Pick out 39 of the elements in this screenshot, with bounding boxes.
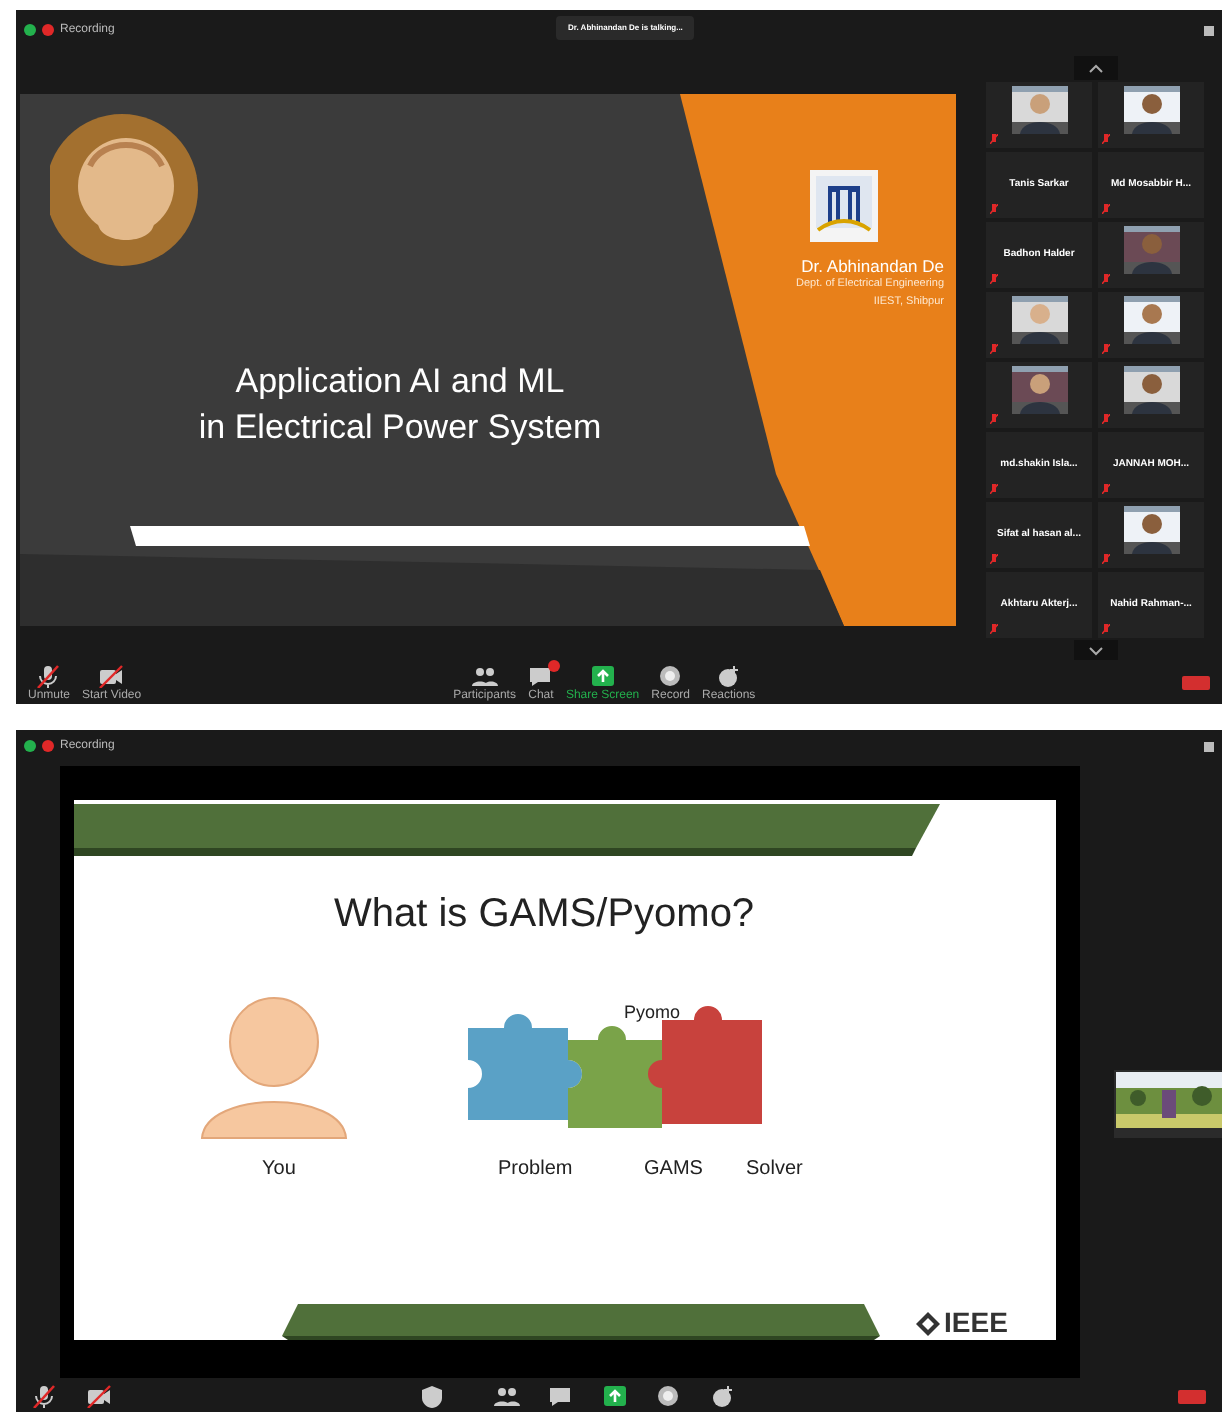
scroll-up-button[interactable] (1073, 56, 1117, 80)
diamond-logo-icon (916, 1311, 940, 1335)
puzzle-label: GAMS (644, 1156, 703, 1184)
person-label: You (262, 1156, 296, 1184)
muted-microphone-icon (32, 1384, 58, 1408)
record-button[interactable] (656, 1384, 682, 1408)
chat-icon (527, 663, 554, 687)
people-icon (494, 1384, 520, 1408)
puzzle-label: Solver (746, 1156, 803, 1184)
share-screen-icon (602, 1384, 628, 1408)
chevron-down-icon (1087, 645, 1103, 655)
video-off-icon (98, 663, 125, 687)
share-button[interactable] (602, 1384, 628, 1408)
muted-microphone-icon (36, 663, 62, 687)
recording-dot-icon (42, 740, 54, 752)
slide-title: What is GAMS/Pyomo? (334, 890, 755, 940)
puzzle-label: Pyomo (624, 1000, 681, 1026)
mic-button[interactable] (32, 1384, 58, 1408)
notification-dot-icon (547, 659, 560, 671)
participants-button[interactable] (494, 1384, 520, 1408)
recording-dot-icon (42, 24, 54, 36)
chevron-up-icon (1087, 63, 1103, 73)
chat-button[interactable] (548, 1384, 574, 1408)
record-icon (656, 1384, 682, 1408)
puzzle-label: Problem (498, 1156, 573, 1184)
institute-logo-icon (810, 170, 878, 242)
leave-button[interactable] (1182, 675, 1210, 689)
video-button[interactable] (86, 1384, 112, 1408)
people-icon (471, 663, 498, 687)
leave-button[interactable] (1178, 1389, 1206, 1403)
share-screen-icon (589, 663, 616, 687)
chat-icon (548, 1384, 574, 1408)
logo-text: IEEE (944, 1304, 1008, 1340)
scroll-down-button[interactable] (1073, 640, 1117, 660)
slide-title: Application AI and ML (235, 360, 565, 404)
video-off-icon (86, 1384, 112, 1408)
presenter-name: Dr. Abhinandan De (801, 258, 944, 276)
record-icon (657, 663, 684, 687)
slide-title: in Electrical Power System (198, 406, 602, 450)
